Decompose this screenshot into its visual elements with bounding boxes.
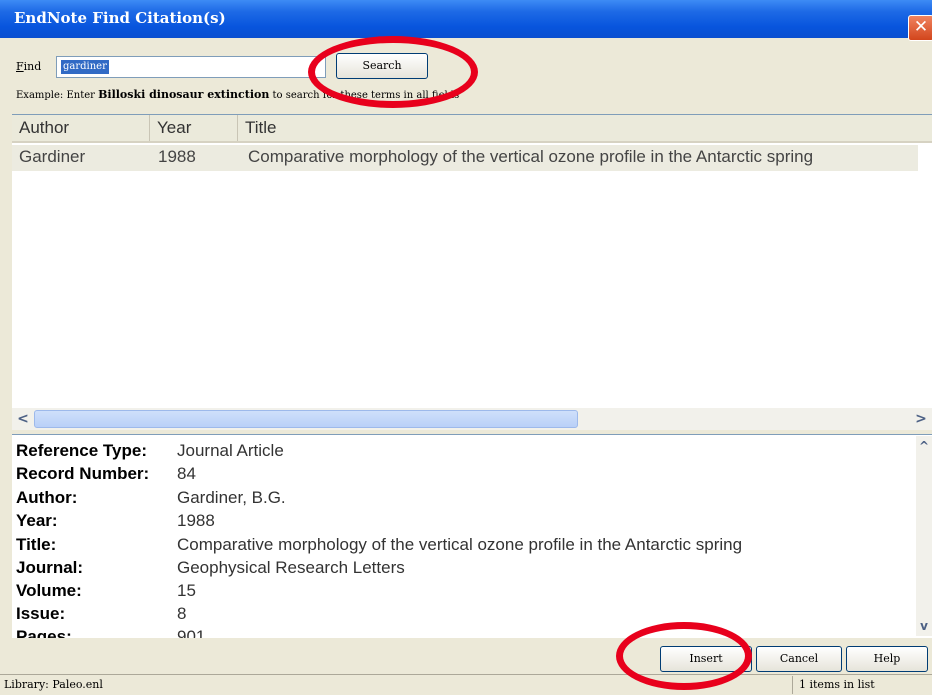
column-title[interactable]: Title [238,115,932,141]
annotation-oval-insert [616,622,752,690]
title-bar[interactable]: EndNote Find Citation(s) ✕ [0,0,932,41]
field-value: Journal Article [177,441,284,460]
column-year[interactable]: Year [150,115,238,141]
cancel-button[interactable]: Cancel [756,646,842,672]
field-value: 84 [177,464,196,483]
field-value: Geophysical Research Letters [177,558,405,577]
results-list[interactable]: Author Year Title Gardiner 1988 Comparat… [12,114,932,430]
field-value: 15 [177,581,196,600]
field-label: Year: [16,511,58,530]
field-value: Gardiner, B.G. [177,488,286,507]
field-label: Pages: [16,627,72,638]
field-label: Issue: [16,604,66,623]
help-button[interactable]: Help [846,646,928,672]
row-title: Comparative morphology of the vertical o… [248,147,814,166]
find-input-value: gardiner [61,60,109,74]
scroll-down-icon[interactable]: v [916,618,932,634]
field-value: 8 [177,604,187,623]
field-label: Reference Type: [16,441,148,460]
row-year: 1988 [158,147,196,166]
annotation-oval-search [308,36,478,108]
vertical-scrollbar[interactable]: ^ v [916,436,932,636]
status-bar: Library: Paleo.enl 1 items in list [0,674,932,695]
field-label: Author: [16,488,78,507]
item-count: 1 items in list [792,676,928,694]
row-author: Gardiner [19,147,86,166]
window-title: EndNote Find Citation(s) [14,9,226,27]
scroll-thumb[interactable] [34,410,578,428]
field-label: Record Number: [16,464,150,483]
find-input[interactable]: gardiner [56,56,326,78]
field-label: Journal: [16,558,84,577]
field-label: Title: [16,535,57,554]
scroll-up-icon[interactable]: ^ [916,438,932,454]
close-icon[interactable]: ✕ [908,15,932,41]
field-label: Volume: [16,581,82,600]
table-row[interactable]: Gardiner 1988 Comparative morphology of … [12,145,918,171]
find-label: Find [16,60,42,73]
field-value: Comparative morphology of the vertical o… [177,535,743,554]
library-name: Library: Paleo.enl [4,678,103,691]
column-author[interactable]: Author [12,115,150,141]
field-value: 901 [177,627,206,638]
field-value: 1988 [177,511,215,530]
horizontal-scrollbar[interactable]: < > [12,408,932,430]
scroll-right-icon[interactable]: > [912,410,930,428]
reference-detail-pane: Reference Type: Journal Article Record N… [12,434,932,638]
find-citation-dialog: EndNote Find Citation(s) ✕ Find gardiner… [0,0,932,695]
scroll-left-icon[interactable]: < [14,410,32,428]
results-header: Author Year Title [12,115,932,143]
